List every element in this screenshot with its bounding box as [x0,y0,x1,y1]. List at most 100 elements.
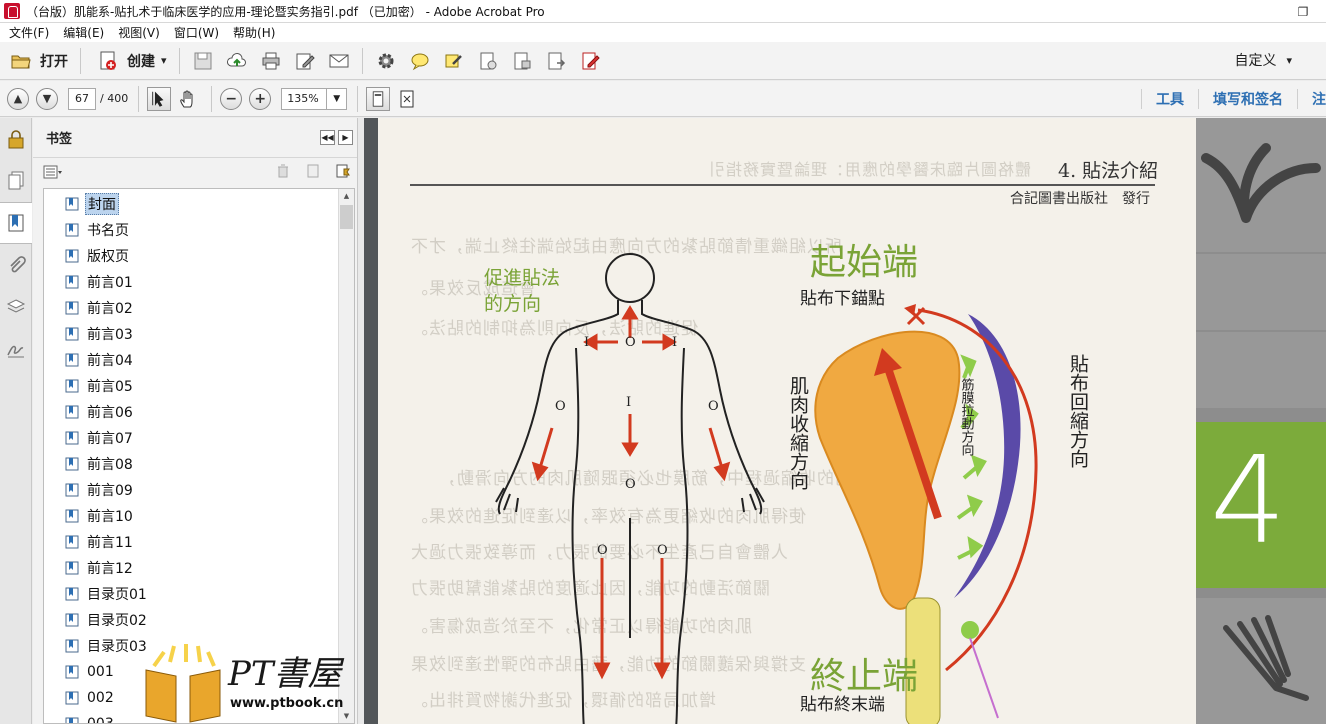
bookmark-label: 前言10 [87,509,133,525]
marker-o: O [657,543,668,558]
bookmark-item[interactable]: 版权页 [44,243,339,269]
o-i-markers: O I I O O I O O O [555,335,719,558]
tools-pane-link[interactable]: 工具 [1141,89,1198,109]
stamp-icon[interactable] [477,50,499,72]
page-number-input[interactable]: 67 [68,87,96,110]
fill-sign-pane-link[interactable]: 填写和签名 [1198,89,1297,109]
marker-o: O [555,399,566,414]
hand-tool-icon[interactable] [177,88,199,110]
fit-page-button[interactable] [366,86,391,111]
lock-icon[interactable] [0,118,32,160]
create-button[interactable]: 创建 ▾ [87,46,173,76]
bookmark-label: 前言12 [87,561,133,577]
layers-icon[interactable] [0,286,32,328]
bookmark-item[interactable]: 前言05 [44,373,339,399]
next-page-button[interactable]: ▼ [36,87,58,110]
new-bookmark-icon[interactable] [305,163,321,179]
collapse-panel-button[interactable]: ◀◀ [320,130,335,145]
bookmark-item[interactable]: 目录页01 [44,581,339,607]
document-view[interactable]: 體格圖片臨床醫學的應用：理論暨實務指引 4. 貼法介紹 合記圖書出版社 發行 所… [364,118,1326,724]
attachments-icon[interactable] [0,244,32,286]
bookmark-item[interactable]: 封面 [44,191,339,217]
zoom-level-input[interactable]: 135% [281,87,328,110]
navigation-toolbar: ▲ ▼ 67 / 400 − + 135% ▼ 工具 填写和签名 注 [0,81,1326,117]
signatures-icon[interactable] [0,328,32,370]
bookmark-icon [65,613,79,627]
scroll-thumb[interactable] [340,205,353,229]
bookmark-item[interactable]: 前言08 [44,451,339,477]
create-dropdown-icon: ▾ [161,54,167,67]
export-icon[interactable] [545,50,567,72]
zoom-out-button[interactable]: − [220,87,243,110]
previous-page-button[interactable]: ▲ [7,87,29,110]
mail-icon[interactable] [328,50,350,72]
bookmark-item[interactable]: 前言04 [44,347,339,373]
bookmark-item[interactable]: 前言10 [44,503,339,529]
menu-window[interactable]: 窗口(W) [167,24,226,41]
toolbar-separator [80,47,81,74]
page-total: / 400 [100,92,129,105]
bookmark-options-button[interactable] [43,163,67,181]
bookmark-item[interactable]: 前言09 [44,477,339,503]
pdf-page: 體格圖片臨床醫學的應用：理論暨實務指引 4. 貼法介紹 合記圖書出版社 發行 所… [378,118,1326,724]
bookmark-icon [65,691,79,705]
bookmarks-panel: 书签 ◀◀ ▶ 封面 书名页 版权页 前言01 前言02 前言03 前言04 前言05 前言06… [33,118,358,724]
insertion-label: 終止端 [810,656,918,697]
navigation-pane-strip [0,118,32,724]
window-title: （台版）肌能系-贴扎术于临床医学的应用-理论暨实务指引.pdf （已加密） - … [26,4,545,19]
toolbar-separator [178,47,180,74]
marker-i: I [672,335,677,350]
menu-view[interactable]: 视图(V) [111,24,167,41]
save-icon[interactable] [192,50,214,72]
bookmark-item[interactable]: 前言02 [44,295,339,321]
arrow-up-icon: ▲ [13,92,23,105]
bookmark-item[interactable]: 书名页 [44,217,339,243]
restore-button[interactable]: ❐ [1280,0,1326,23]
end-line [969,637,999,719]
bookmark-item[interactable]: 前言07 [44,425,339,451]
header-rule [410,184,1155,186]
create-label: 创建 [127,53,155,70]
marker-o: O [625,335,636,350]
comment-pane-link[interactable]: 注 [1297,89,1326,109]
bookmark-item[interactable]: 前言12 [44,555,339,581]
menu-help[interactable]: 帮助(H) [226,24,282,41]
toolbar-separator [138,85,140,112]
form-edit-icon[interactable] [579,50,601,72]
bookmark-item[interactable]: 前言03 [44,321,339,347]
zoom-in-button[interactable]: + [249,87,272,110]
select-tool-button[interactable] [147,86,172,111]
task-panes: 工具 填写和签名 注 [1141,81,1326,117]
bookmark-icon [65,353,79,367]
zoom-dropdown-icon[interactable]: ▼ [327,87,348,110]
security-icon[interactable] [511,50,533,72]
edit-icon[interactable] [294,50,316,72]
bookmark-icon [65,301,79,315]
publisher-line: 合記圖書出版社 發行 [1010,191,1150,207]
bookmark-icon [65,509,79,523]
bookmark-label: 前言09 [87,483,133,499]
chapter-tab-5 [1196,598,1326,724]
bookmark-icon [65,249,79,263]
bookmark-item[interactable]: 前言01 [44,269,339,295]
open-button[interactable]: 打开 [2,46,74,76]
panel-forward-button[interactable]: ▶ [338,130,353,145]
bookmarks-tab-icon[interactable] [0,202,32,244]
page-thumbnails-icon[interactable] [0,160,32,202]
bookmark-item[interactable]: 前言06 [44,399,339,425]
bookmark-from-page-icon[interactable] [335,163,351,179]
upload-cloud-icon[interactable] [226,50,248,72]
fullscreen-icon[interactable] [396,88,418,110]
menu-edit[interactable]: 编辑(E) [56,24,111,41]
gear-icon[interactable] [375,50,397,72]
bookmark-item[interactable]: 前言11 [44,529,339,555]
menu-file[interactable]: 文件(F) [2,24,56,41]
customize-menu[interactable]: 自定义 ▾ [1234,50,1292,70]
bookmark-item[interactable]: 目录页02 [44,607,339,633]
highlight-icon[interactable] [443,50,465,72]
comment-icon[interactable] [409,50,431,72]
bookmark-actions [275,163,351,179]
print-icon[interactable] [260,50,282,72]
scroll-up-arrow-icon[interactable]: ▲ [339,189,354,203]
trash-icon[interactable] [275,163,291,179]
